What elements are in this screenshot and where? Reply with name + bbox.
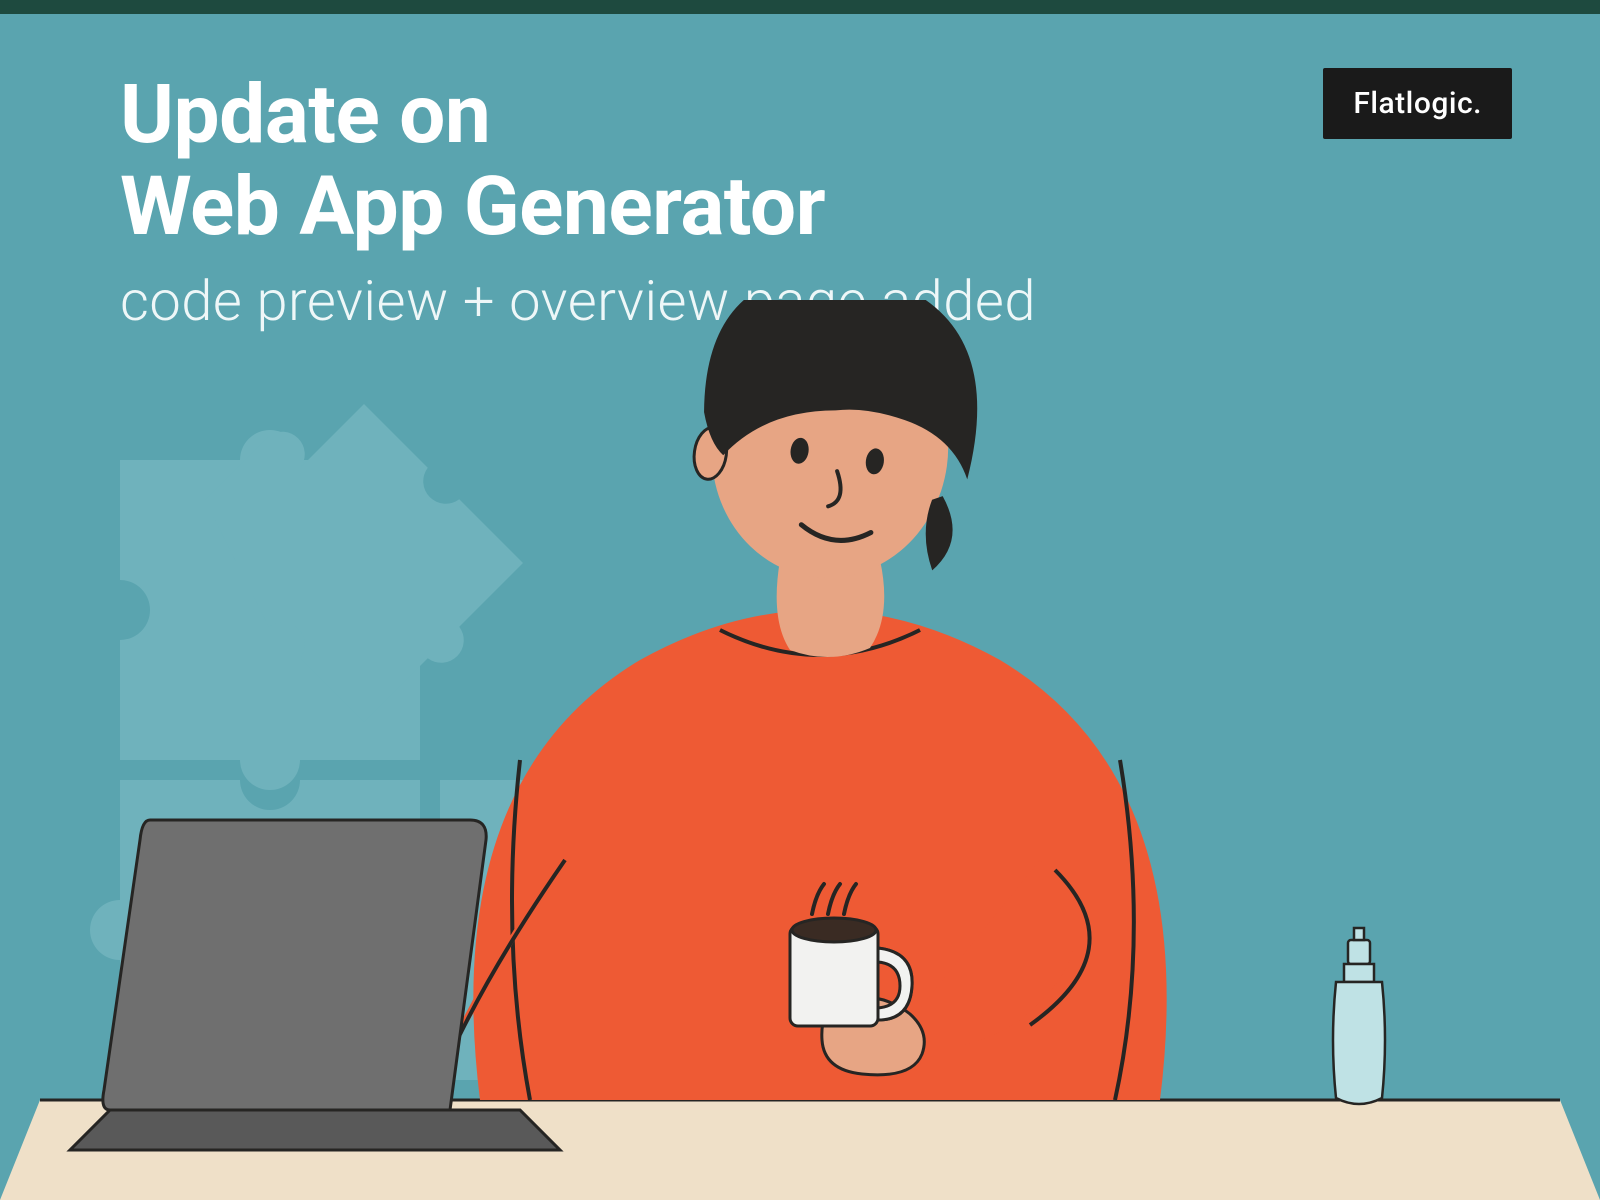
top-accent-bar — [0, 0, 1600, 14]
person-at-laptop-icon — [363, 300, 1167, 1122]
title-line-1: Update on — [120, 70, 1036, 162]
hero-illustration — [0, 300, 1600, 1200]
promo-card: Update on Web App Generator code preview… — [0, 0, 1600, 1200]
brand-badge: Flatlogic. — [1323, 68, 1512, 139]
heading-block: Update on Web App Generator code preview… — [120, 70, 1036, 334]
title-line-2: Web App Generator — [120, 162, 1036, 254]
spray-bottle-icon — [1333, 928, 1385, 1104]
